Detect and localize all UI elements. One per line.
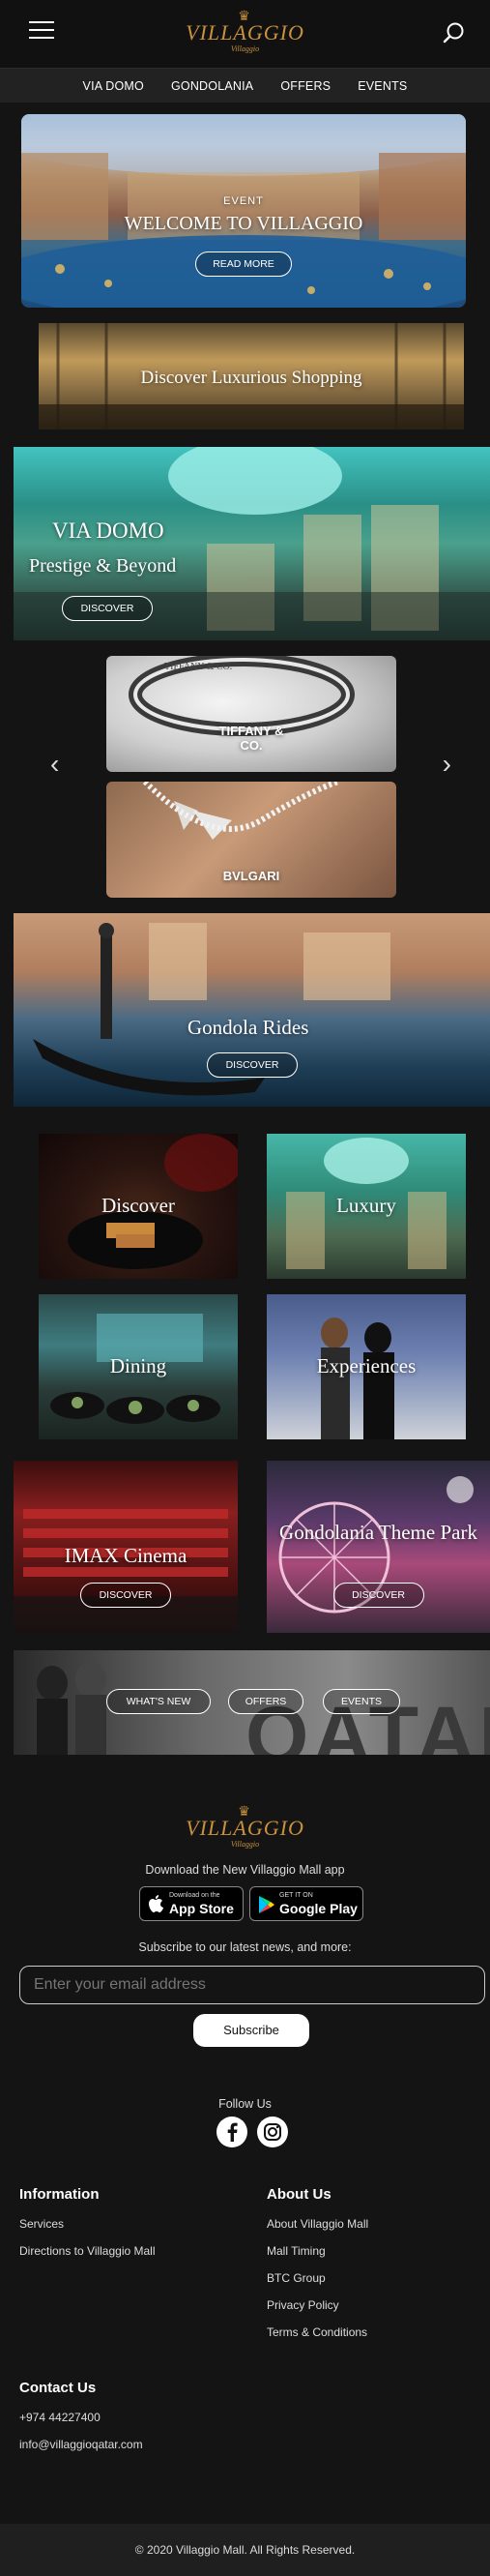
email-input[interactable] <box>19 1966 485 2004</box>
site-footer: ♛ VILLAGGIO Villaggio Download the New V… <box>0 1776 490 2576</box>
banner-offers-button[interactable]: OFFERS <box>228 1689 303 1714</box>
tile-dining-title: Dining <box>109 1354 167 1377</box>
hero-tag: EVENT <box>223 195 264 207</box>
imax-discover-button[interactable]: DISCOVER <box>80 1583 171 1608</box>
download-text: Download the New Villaggio Mall app <box>145 1863 345 1877</box>
footer-logo[interactable]: ♛ VILLAGGIO Villaggio <box>186 1804 304 1850</box>
tile-luxury-title: Luxury <box>336 1194 396 1217</box>
gondola-card[interactable]: Gondola Rides DISCOVER <box>14 913 490 1107</box>
google-play-big: Google Play <box>279 1901 358 1916</box>
hero-event-card[interactable]: EVENT WELCOME TO VILLAGGIO READ MORE <box>21 114 466 308</box>
google-play-icon <box>259 1896 274 1913</box>
subscribe-text: Subscribe to our latest news, and more: <box>138 1940 352 1954</box>
carousel-next-button[interactable]: › <box>443 749 451 780</box>
information-heading: Information <box>19 2186 100 2203</box>
tile-experiences-title: Experiences <box>316 1354 417 1377</box>
google-play-button[interactable]: GET IT ON Google Play <box>249 1886 363 1921</box>
brand-carousel: ‹ › TIFFANY & CO. TIFFANY & CO. BVLGARI <box>0 640 490 898</box>
hero-title: WELCOME TO VILLAGGIO <box>124 213 363 234</box>
via-domo-card[interactable]: VIA DOMO Prestige & Beyond DISCOVER <box>14 447 490 640</box>
tile-gondolania-title: Gondolania Theme Park <box>279 1521 477 1544</box>
shopping-title: Discover Luxurious Shopping <box>140 368 362 388</box>
gondola-discover-button[interactable]: DISCOVER <box>207 1052 298 1078</box>
copyright: © 2020 Villaggio Mall. All Rights Reserv… <box>0 2524 490 2576</box>
tiffany-ring-image: TIFFANY & CO. <box>129 656 355 736</box>
nav-gondolania[interactable]: GONDOLANIA <box>171 79 253 93</box>
privacy-policy-link[interactable]: Privacy Policy <box>267 2298 339 2312</box>
tile-experiences[interactable]: Experiences <box>267 1294 466 1439</box>
tile-imax-title: IMAX Cinema <box>64 1544 187 1567</box>
tile-discover-title: Discover <box>101 1194 175 1217</box>
directions-link[interactable]: Directions to Villaggio Mall <box>19 2244 156 2258</box>
terms-link[interactable]: Terms & Conditions <box>267 2325 367 2339</box>
logo-subtext: Villaggio <box>230 44 260 53</box>
about-villaggio-link[interactable]: About Villaggio Mall <box>267 2217 368 2231</box>
site-logo[interactable]: ♛ VILLAGGIO Villaggio <box>186 9 304 54</box>
contact-heading: Contact Us <box>19 2380 97 2396</box>
carousel-prev-button[interactable]: ‹ <box>50 749 59 780</box>
follow-us-label: Follow Us <box>218 2097 272 2111</box>
tile-imax[interactable]: IMAX Cinema DISCOVER <box>14 1461 238 1633</box>
google-play-small: GET IT ON <box>279 1892 313 1899</box>
gondolania-discover-button[interactable]: DISCOVER <box>332 1583 424 1608</box>
main-content: EVENT WELCOME TO VILLAGGIO READ MORE Dis… <box>0 103 490 1776</box>
hero-image <box>21 114 466 308</box>
app-store-big: App Store <box>169 1901 234 1916</box>
footer-logo-subtext: Villaggio <box>230 1840 260 1849</box>
brand-card-tiffany[interactable]: TIFFANY & CO. TIFFANY & CO. <box>106 656 396 772</box>
banner-events-button[interactable]: EVENTS <box>323 1689 400 1714</box>
shopping-card[interactable]: Discover Luxurious Shopping <box>39 323 464 429</box>
app-store-small: Download on the <box>169 1892 220 1899</box>
mall-timing-link[interactable]: Mall Timing <box>267 2244 326 2258</box>
menu-icon[interactable] <box>29 21 54 41</box>
tile-discover[interactable]: Discover <box>39 1134 238 1279</box>
hero-read-more-button[interactable]: READ MORE <box>195 252 292 277</box>
gondola-image <box>33 923 390 1096</box>
promo-banner: QATAR WHAT'S NEW OFFERS EVENTS <box>14 1650 490 1755</box>
search-icon[interactable] <box>442 20 467 45</box>
gondola-title: Gondola Rides <box>187 1016 309 1039</box>
whats-new-button[interactable]: WHAT'S NEW <box>106 1689 211 1714</box>
brand-card-bvlgari[interactable]: BVLGARI <box>106 782 396 898</box>
via-domo-discover-button[interactable]: DISCOVER <box>62 596 153 621</box>
tile-luxury[interactable]: Luxury <box>267 1134 466 1279</box>
app-store-button[interactable]: Download on the App Store <box>139 1886 244 1921</box>
site-header: ♛ VILLAGGIO Villaggio <box>0 0 490 68</box>
about-heading: About Us <box>267 2186 331 2203</box>
nav-offers[interactable]: OFFERS <box>280 79 331 93</box>
contact-email[interactable]: info@villaggioqatar.com <box>19 2438 143 2451</box>
via-domo-title: VIA DOMO <box>52 518 164 543</box>
via-domo-subtitle: Prestige & Beyond <box>29 555 177 577</box>
footer-logo-text: VILLAGGIO <box>186 1816 304 1840</box>
nav-via-domo[interactable]: VIA DOMO <box>83 79 144 93</box>
tile-gondolania[interactable]: Gondolania Theme Park DISCOVER <box>267 1461 490 1633</box>
logo-text: VILLAGGIO <box>186 20 304 44</box>
btc-group-link[interactable]: BTC Group <box>267 2271 326 2285</box>
subscribe-button[interactable]: Subscribe <box>193 2014 309 2047</box>
tile-dining[interactable]: Dining <box>39 1294 238 1439</box>
tiffany-label: TIFFANY & CO. <box>218 724 284 753</box>
services-link[interactable]: Services <box>19 2217 64 2231</box>
nav-events[interactable]: EVENTS <box>358 79 407 93</box>
main-nav: VIA DOMO GONDOLANIA OFFERS EVENTS <box>0 68 490 103</box>
instagram-icon[interactable] <box>257 2117 288 2147</box>
facebook-icon[interactable] <box>216 2117 247 2147</box>
contact-phone[interactable]: +974 44227400 <box>19 2411 101 2424</box>
bvlgari-label: BVLGARI <box>222 869 280 883</box>
tiffany-engraving: TIFFANY & CO. <box>164 662 232 672</box>
apple-icon <box>149 1895 163 1912</box>
